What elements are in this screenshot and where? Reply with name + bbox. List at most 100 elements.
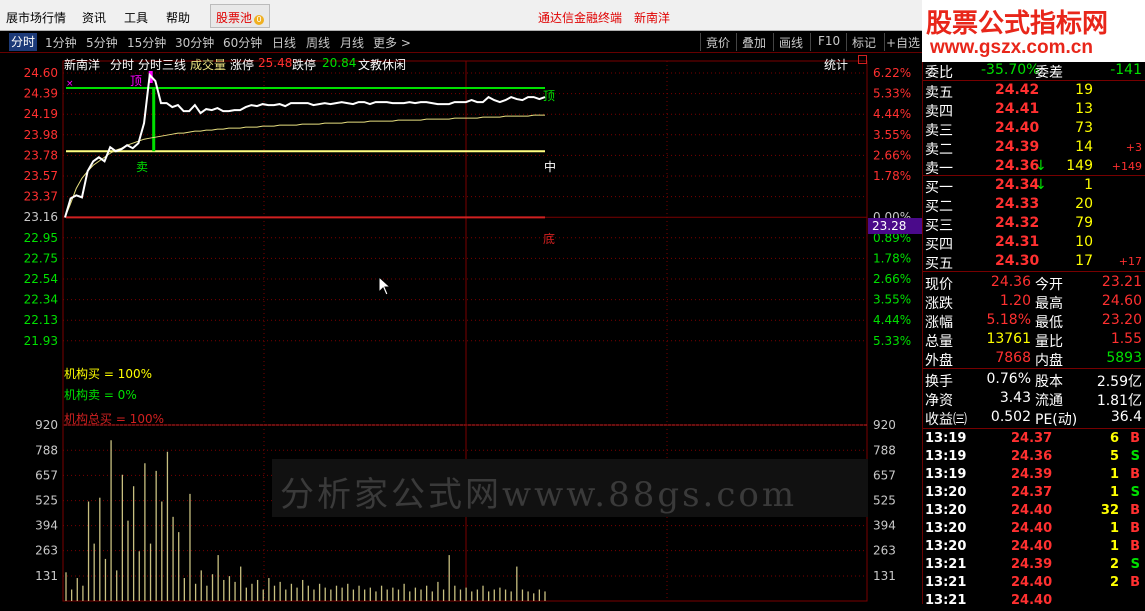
quote-value: 24.60 <box>1101 293 1142 309</box>
tick-price: 24.40 <box>1011 575 1053 590</box>
tick-side: S <box>1130 485 1140 500</box>
fundamental-value: 3.43 <box>999 390 1031 406</box>
menu-tools[interactable]: 工具 <box>124 9 148 26</box>
tab-intraday[interactable]: 分时 <box>9 33 38 51</box>
sell-row[interactable]: 卖四 24.41 13 <box>923 100 1145 120</box>
tick-side: B <box>1130 539 1140 554</box>
quote-row: 现价 24.36 今开 23.21 <box>923 273 1145 293</box>
sell-volume: 73 <box>1075 120 1093 136</box>
quote-row: 涨幅 5.18% 最低 23.20 <box>923 311 1145 331</box>
buy-row[interactable]: 买二 24.33 20 <box>923 195 1145 215</box>
buy-row[interactable]: 买一 24.34 ↓ 1 <box>923 176 1145 196</box>
stats-button[interactable]: 统计 <box>824 56 848 73</box>
chart-frame <box>62 60 868 602</box>
volume-axis-label: 525 <box>873 494 896 508</box>
intraday-chart[interactable]: 24.60 6.22% 24.39 5.33% 24.19 4.44% 23.98 3.55%… <box>0 53 922 604</box>
tab-overlay[interactable]: 叠加 <box>742 34 766 51</box>
limit-down-label: 跌停 <box>292 58 317 72</box>
tab-add-watchlist[interactable]: +自选 <box>886 34 920 51</box>
tab-mark[interactable]: 标记 <box>852 34 876 51</box>
sell-row[interactable]: 卖三 24.40 73 <box>923 119 1145 139</box>
tick-time: 13:20 <box>925 521 967 536</box>
tab-monthly[interactable]: 月线 <box>340 34 364 51</box>
fundamental-value: 1.81亿 <box>1096 393 1142 409</box>
quote-value: 23.20 <box>1101 312 1142 328</box>
buy-change: +17 <box>1118 255 1142 268</box>
tick-time: 13:21 <box>925 557 967 572</box>
sell-price: 24.39 <box>995 139 1040 155</box>
logo-url: www.gszx.com.cn <box>930 37 1093 58</box>
divider <box>923 428 1145 429</box>
price-axis-label: 22.75 <box>24 251 58 265</box>
inst-total-label: 机构总买 = 100% <box>64 412 164 426</box>
buy-price: 24.30 <box>995 253 1040 269</box>
volume-axis-label: 920 <box>35 418 58 432</box>
tab-5min[interactable]: 5分钟 <box>86 34 118 51</box>
quote-row: 总量 13761 量比 1.55 <box>923 330 1145 350</box>
tick-row: 13:20 24.40 32 B <box>923 502 1145 521</box>
quote-value: 1.55 <box>1110 331 1142 347</box>
stats-toggle-icon[interactable] <box>858 55 867 64</box>
tick-price: 24.37 <box>1011 431 1053 446</box>
tab-weekly[interactable]: 周线 <box>306 34 330 51</box>
tab-daily[interactable]: 日线 <box>272 34 296 51</box>
tick-side: B <box>1130 431 1140 446</box>
price-axis-label: 24.60 <box>24 66 58 80</box>
tick-price: 24.36 <box>1011 449 1053 464</box>
menu-help[interactable]: 帮助 <box>166 9 190 26</box>
watermark: 分析家公式网www.88gs.com <box>272 459 868 517</box>
tab-15min[interactable]: 15分钟 <box>127 34 166 51</box>
fundamental-row: 净资 3.43 流通 1.81亿 <box>923 389 1145 409</box>
pct-axis-label: 5.33% <box>873 87 911 101</box>
sell-row[interactable]: 卖五 24.42 19 <box>923 81 1145 101</box>
tick-volume: 1 <box>1109 485 1119 500</box>
top-line-label: 顶 <box>543 89 556 103</box>
tab-f10[interactable]: F10 <box>818 34 840 48</box>
sell-marker-label: 卖 <box>136 160 149 174</box>
divider <box>923 271 1145 272</box>
sell-price: 24.41 <box>995 101 1040 117</box>
price-line <box>64 72 546 218</box>
buy-row[interactable]: 买三 24.32 79 <box>923 214 1145 234</box>
stock-pool-button[interactable]: 股票池 0 <box>210 4 271 28</box>
fundamental-label: 净资 <box>925 393 953 409</box>
sell-volume: 14 <box>1075 139 1093 155</box>
wei-bi-row: 委比 -35.70% 委差 -141 <box>923 61 1145 81</box>
quote-value: 1.20 <box>999 293 1031 309</box>
limit-up-label: 涨停 <box>230 58 255 72</box>
price-axis-label: 23.37 <box>24 190 58 204</box>
tick-volume: 2 <box>1109 575 1119 590</box>
tab-1min[interactable]: 1分钟 <box>45 34 77 51</box>
inst-buy-label: 机构买 = 100% <box>64 367 152 381</box>
fundamental-value: 2.59亿 <box>1096 374 1142 390</box>
pct-axis-label: 1.78% <box>873 169 911 183</box>
volume-axis-label: 657 <box>873 468 896 482</box>
chart-canvas: 24.60 6.22% 24.39 5.33% 24.19 4.44% 23.98 3.55%… <box>24 60 922 602</box>
fundamental-row: 换手 0.76% 股本 2.59亿 <box>923 370 1145 390</box>
close-marker-icon: × <box>66 79 74 89</box>
tick-volume: 5 <box>1109 449 1119 464</box>
sell-row[interactable]: 卖二 24.39 14 +3 <box>923 138 1145 158</box>
tab-60min[interactable]: 60分钟 <box>223 34 262 51</box>
tick-volume: 1 <box>1109 539 1119 554</box>
tick-price: 24.39 <box>1011 557 1053 572</box>
watermark-text: 分析家公式网www.88gs.com <box>280 475 798 515</box>
pct-axis-label: 3.55% <box>873 128 911 142</box>
tick-price: 24.40 <box>1011 593 1053 608</box>
sell-row[interactable]: 卖一 24.36 ↓ 149 +149 <box>923 157 1145 177</box>
tab-auction[interactable]: 竟价 <box>706 34 730 51</box>
quote-value: 7868 <box>995 350 1031 366</box>
buy-row[interactable]: 买五 24.30 17 +17 <box>923 252 1145 272</box>
price-axis-label: 22.95 <box>24 231 58 245</box>
tab-more[interactable]: 更多 > <box>373 34 411 51</box>
tick-row: 13:20 24.37 1 S <box>923 484 1145 503</box>
tab-separator <box>700 33 701 51</box>
tab-30min[interactable]: 30分钟 <box>175 34 214 51</box>
menu-news[interactable]: 资讯 <box>82 9 106 26</box>
buy-level-label: 买五 <box>925 256 953 272</box>
buy-row[interactable]: 买四 24.31 10 <box>923 233 1145 253</box>
tab-draw[interactable]: 画线 <box>779 34 803 51</box>
sell-volume: 13 <box>1075 101 1093 117</box>
tick-price: 24.40 <box>1011 503 1053 518</box>
menu-market[interactable]: 展市场行情 <box>6 9 66 26</box>
